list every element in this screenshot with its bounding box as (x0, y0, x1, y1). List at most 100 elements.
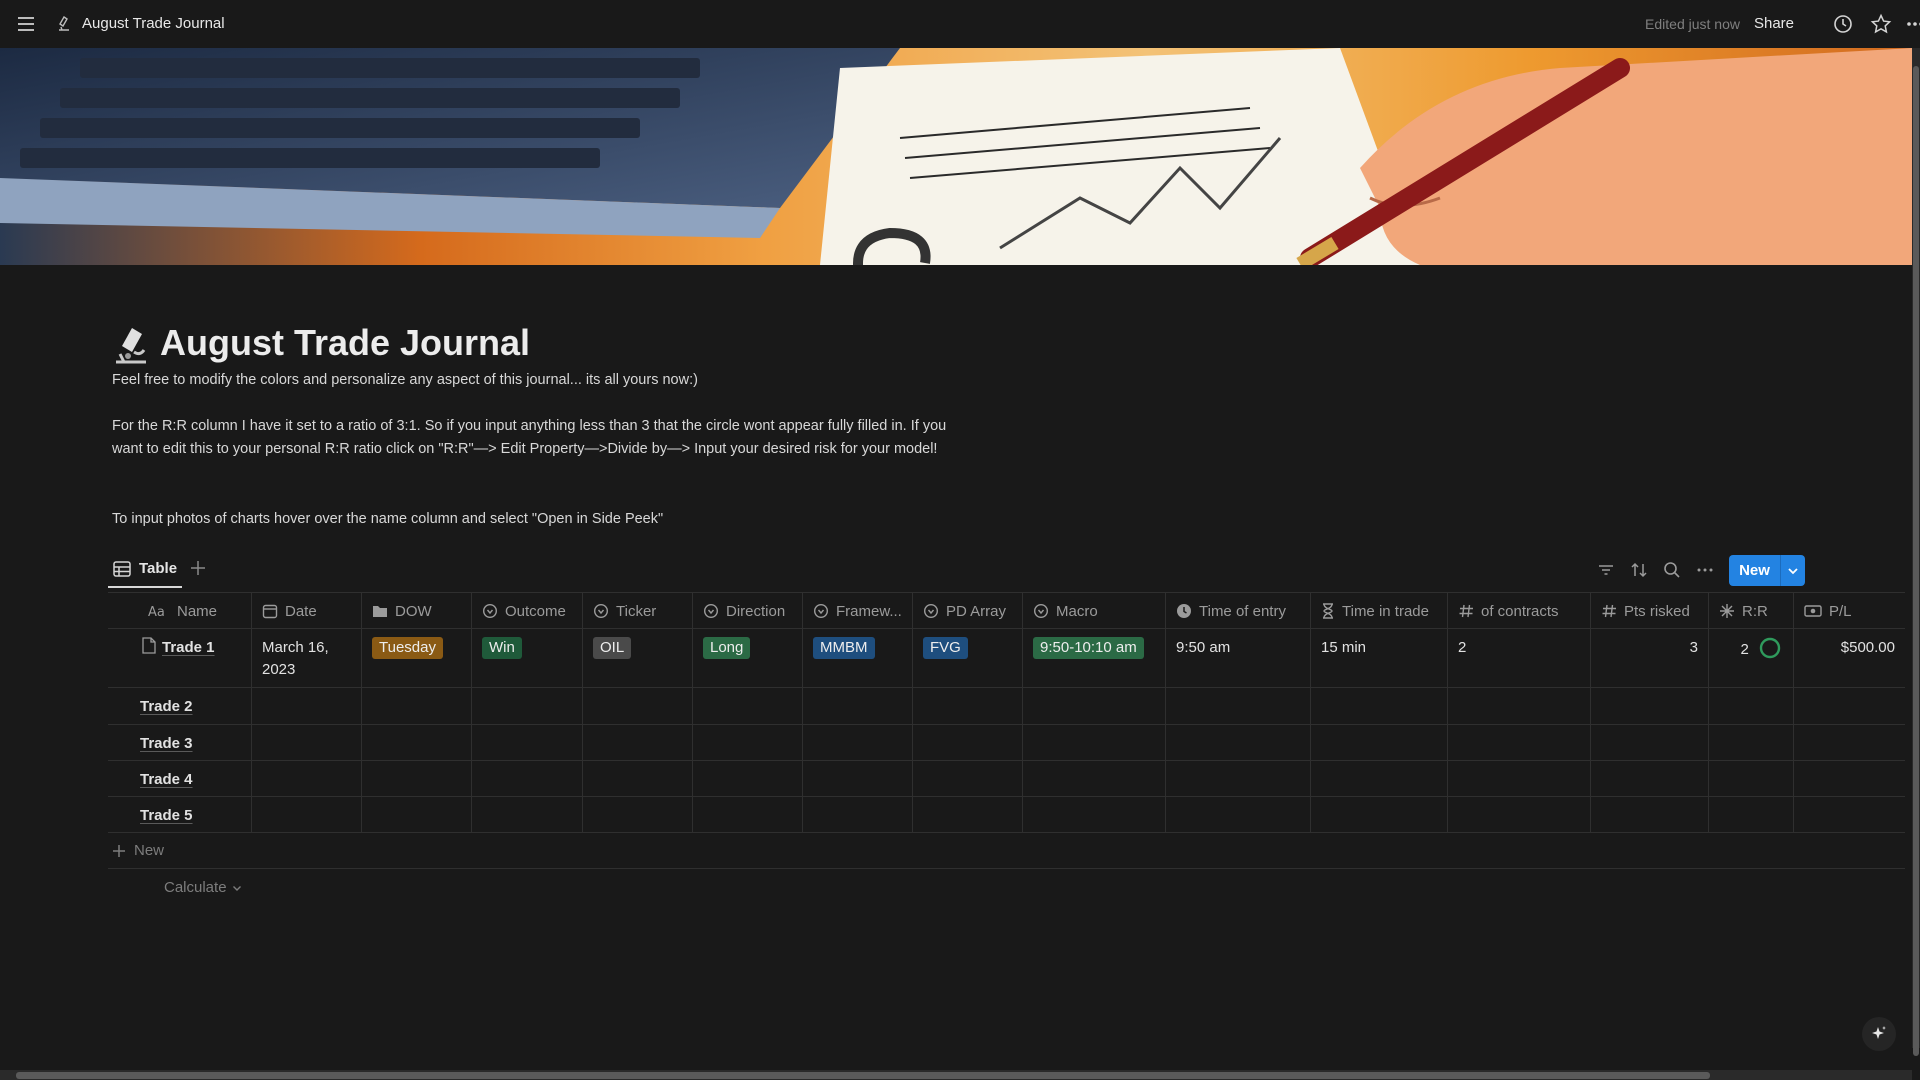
add-view-icon[interactable] (188, 558, 208, 578)
status-icon (813, 603, 829, 619)
column-header-dow[interactable]: DOW (362, 593, 472, 629)
framework-tag: MMBM (813, 637, 875, 659)
description-line-2[interactable]: For the R:R column I have it set to a ra… (112, 415, 972, 461)
star-icon[interactable] (1870, 13, 1892, 35)
new-record-button[interactable]: New (1729, 555, 1805, 586)
folder-icon (373, 606, 387, 617)
column-header-time-of-entry[interactable]: Time of entry (1166, 593, 1311, 629)
rr-value: 2 (1740, 641, 1749, 658)
page-title[interactable]: August Trade Journal (160, 322, 530, 364)
pd-array-tag: FVG (923, 637, 968, 659)
horizontal-scrollbar[interactable] (0, 1070, 1912, 1080)
money-icon (1804, 605, 1822, 617)
ticker-tag: OIL (593, 637, 632, 659)
vertical-scroll-thumb[interactable] (1913, 66, 1919, 1056)
status-icon (703, 603, 719, 619)
hourglass-icon (1323, 603, 1333, 619)
hash-icon (1602, 604, 1616, 618)
macro-cell[interactable]: 9:50-10:10 am (1023, 629, 1166, 687)
sort-icon[interactable] (1629, 560, 1649, 580)
outcome-cell[interactable]: Win (472, 629, 583, 687)
horizontal-scroll-thumb[interactable] (16, 1072, 1710, 1079)
column-header-time-in-trade[interactable]: Time in trade (1311, 593, 1448, 629)
microscope-page-icon[interactable] (110, 322, 154, 366)
table-row[interactable]: Trade 4 (108, 761, 1905, 797)
direction-cell[interactable]: Long (693, 629, 803, 687)
column-header-ticker[interactable]: Ticker (583, 593, 693, 629)
dow-tag: Tuesday (372, 637, 443, 659)
view-tab-label: Table (139, 560, 178, 577)
time-of-entry-cell[interactable]: 9:50 am (1166, 629, 1311, 687)
name-cell[interactable]: Trade 4 (108, 761, 252, 796)
table-new-row[interactable] (108, 833, 1905, 869)
pl-cell[interactable]: $500.00 (1794, 629, 1905, 687)
breadcrumb-title[interactable]: August Trade Journal (82, 15, 225, 32)
clock-icon (1177, 604, 1191, 618)
pts-risked-cell[interactable]: 3 (1591, 629, 1709, 687)
contracts-cell[interactable]: 2 (1448, 629, 1591, 687)
filter-icon[interactable] (1596, 560, 1616, 580)
outcome-tag: Win (482, 637, 522, 659)
name-cell[interactable]: Trade 1 (108, 629, 252, 687)
column-header-pl[interactable]: P/L (1794, 593, 1905, 629)
view-tab-table[interactable]: Table (113, 560, 177, 577)
menu-icon[interactable] (16, 14, 36, 34)
column-header-outcome[interactable]: Outcome (472, 593, 583, 629)
history-clock-icon[interactable] (1832, 13, 1854, 35)
name-cell[interactable]: Trade 3 (108, 725, 252, 760)
svg-text:Aa: Aa (148, 605, 165, 618)
microscope-icon (59, 16, 69, 31)
description-line-1[interactable]: Feel free to modify the colors and perso… (112, 369, 972, 392)
direction-tag: Long (703, 637, 751, 659)
calculate-button[interactable]: Calculate (164, 879, 242, 896)
more-options-icon[interactable] (1906, 13, 1920, 35)
status-icon (1033, 603, 1049, 619)
description-line-3[interactable]: To input photos of charts hover over the… (112, 508, 972, 531)
column-header-macro[interactable]: Macro (1023, 593, 1166, 629)
search-icon[interactable] (1662, 560, 1682, 580)
table-row[interactable]: Trade 2 (108, 688, 1905, 725)
active-tab-indicator (108, 586, 182, 588)
ticker-cell[interactable]: OIL (583, 629, 693, 687)
time-in-trade-cell[interactable]: 15 min (1311, 629, 1448, 687)
share-button[interactable]: Share (1754, 15, 1794, 32)
view-more-icon[interactable] (1695, 560, 1715, 580)
name-cell[interactable]: Trade 5 (108, 797, 252, 832)
hash-icon (1459, 604, 1473, 618)
column-header-rr[interactable]: R:R (1709, 593, 1794, 629)
column-header-name[interactable]: Aa Name (108, 593, 252, 629)
new-button-label[interactable]: New (1729, 555, 1781, 586)
name-cell[interactable]: Trade 2 (108, 688, 252, 724)
edited-status: Edited just now (1645, 16, 1740, 32)
plus-icon (113, 844, 125, 857)
dow-cell[interactable]: Tuesday (362, 629, 472, 687)
table-row[interactable]: Trade 1 March 16, 2023 Tuesday Win OIL L… (108, 629, 1905, 688)
calendar-icon (262, 604, 278, 619)
rr-progress-ring-icon (1759, 637, 1781, 659)
column-header-date[interactable]: Date (252, 593, 362, 629)
rr-cell[interactable]: 2 (1709, 629, 1794, 687)
new-dropdown[interactable] (1781, 555, 1805, 586)
sparkle-icon (1872, 1026, 1886, 1039)
page-doc-icon (142, 637, 156, 654)
add-new-row-button[interactable]: New (112, 842, 164, 859)
pd-array-cell[interactable]: FVG (913, 629, 1023, 687)
column-header-direction[interactable]: Direction (693, 593, 803, 629)
status-icon (923, 603, 939, 619)
top-bar: August Trade Journal Edited just now Sha… (0, 0, 1920, 48)
table-header-row: Aa Name Date DOW Outcome Ticker Directio… (108, 592, 1905, 629)
column-header-pd-array[interactable]: PD Array (913, 593, 1023, 629)
status-icon (482, 603, 498, 619)
text-aa-icon: Aa (148, 605, 165, 618)
column-header-framework[interactable]: Framew... (803, 593, 913, 629)
table-icon (113, 560, 131, 577)
date-cell[interactable]: March 16, 2023 (252, 629, 362, 687)
table-row[interactable]: Trade 5 (108, 797, 1905, 833)
column-header-contracts[interactable]: of contracts (1448, 593, 1591, 629)
framework-cell[interactable]: MMBM (803, 629, 913, 687)
table-row[interactable]: Trade 3 (108, 725, 1905, 761)
column-header-pts-risked[interactable]: Pts risked (1591, 593, 1709, 629)
ai-assistant-button[interactable] (1862, 1017, 1896, 1051)
macro-tag: 9:50-10:10 am (1033, 637, 1144, 659)
vertical-scrollbar[interactable] (1912, 48, 1920, 1056)
